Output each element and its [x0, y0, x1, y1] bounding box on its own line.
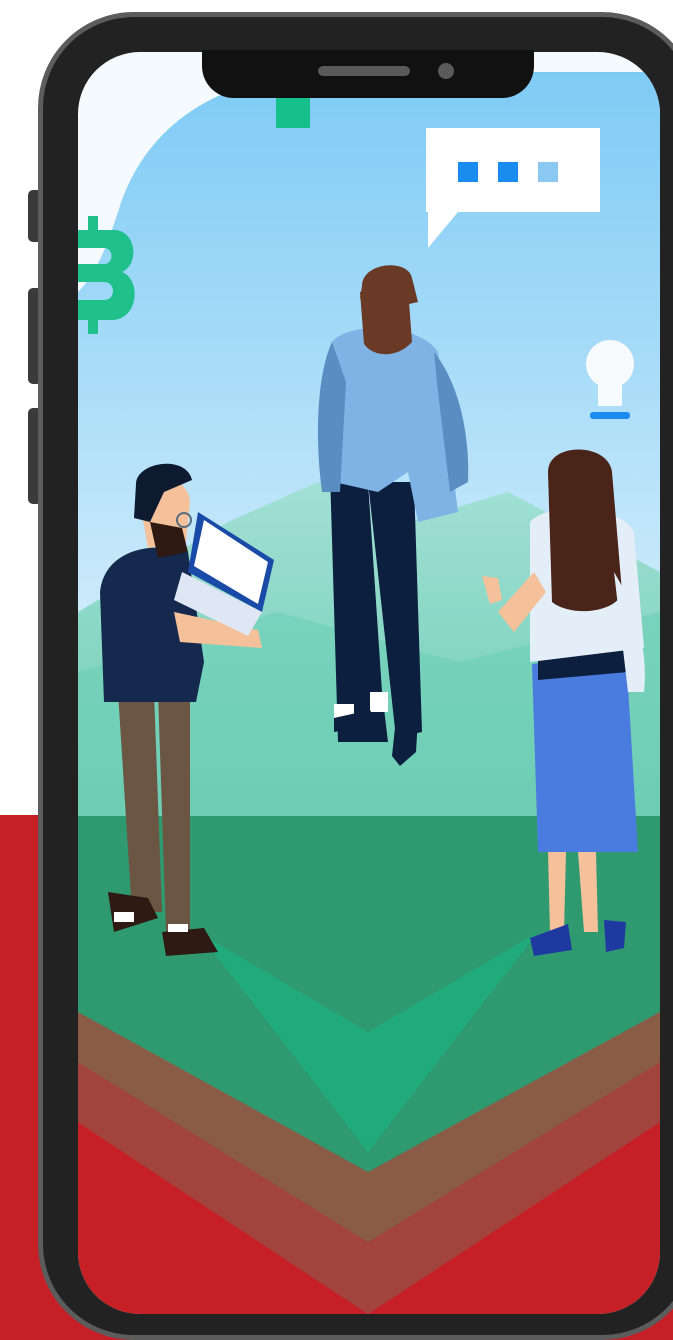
phone-speaker — [318, 66, 410, 76]
illustration — [78, 52, 660, 1314]
phone-screen — [78, 52, 660, 1314]
phone-camera — [438, 63, 454, 79]
